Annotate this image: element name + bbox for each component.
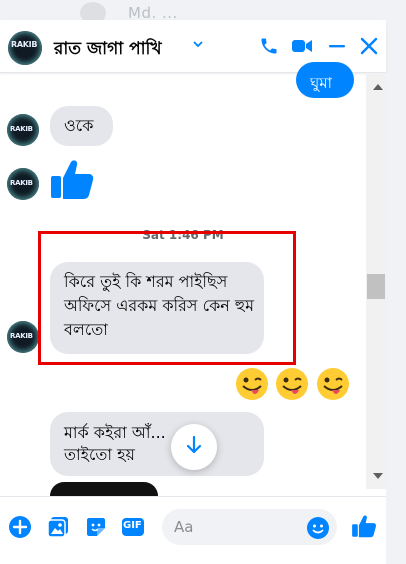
winking-tongue-emoji-icon (274, 366, 310, 402)
scroll-down-small-arrow-icon[interactable] (373, 473, 383, 479)
sender-avatar[interactable]: RAKIB (7, 168, 39, 200)
video-icon[interactable] (290, 35, 314, 57)
gif-icon[interactable]: GIF (120, 514, 146, 540)
composer-bar: GIF (0, 496, 386, 564)
sticker-icon[interactable] (83, 514, 109, 540)
chat-title[interactable]: রাত জাগা পাখি (54, 36, 162, 64)
emoji-icon[interactable] (305, 515, 331, 541)
highlight-annotation-box (38, 231, 296, 365)
background-window-strip: Md. ... (0, 0, 406, 24)
avatar-logo-text: RAKIB (10, 179, 33, 187)
sender-avatar[interactable]: RAKIB (7, 321, 39, 353)
incoming-message-text: ওকে (64, 116, 94, 135)
scroll-down-arrow-icon (185, 435, 203, 459)
page-background-right (386, 20, 406, 563)
phone-icon[interactable] (258, 35, 280, 57)
chevron-down-icon[interactable] (192, 38, 204, 54)
add-icon[interactable] (7, 514, 33, 540)
media-message-partial[interactable] (50, 482, 158, 496)
avatar-logo-text: RAKIB (11, 40, 38, 49)
sender-avatar[interactable]: RAKIB (7, 114, 39, 146)
avatar-logo-text: RAKIB (10, 125, 33, 133)
close-icon[interactable] (358, 35, 380, 57)
avatar-logo-text: RAKIB (10, 332, 33, 340)
scrollbar-thumb[interactable] (367, 274, 385, 299)
outgoing-message[interactable]: ঘুমা (296, 62, 354, 98)
winking-tongue-emoji-icon (315, 366, 351, 402)
minimize-icon[interactable] (326, 35, 348, 57)
incoming-message[interactable]: মার্ক কইরা আঁ... তাইতো হয় (50, 412, 264, 476)
scroll-up-arrow-icon[interactable] (373, 84, 383, 90)
outgoing-message-text: ঘুমা (310, 74, 332, 92)
like-thumb-icon[interactable] (351, 513, 377, 539)
like-thumb-icon[interactable] (49, 156, 95, 202)
incoming-message[interactable]: ওকে (50, 106, 113, 146)
winking-tongue-emoji-icon (234, 366, 270, 402)
contact-avatar[interactable]: RAKIB (8, 31, 42, 65)
scroll-to-bottom-button[interactable] (171, 424, 217, 470)
gif-label: GIF (123, 520, 142, 531)
image-icon[interactable] (45, 514, 71, 540)
